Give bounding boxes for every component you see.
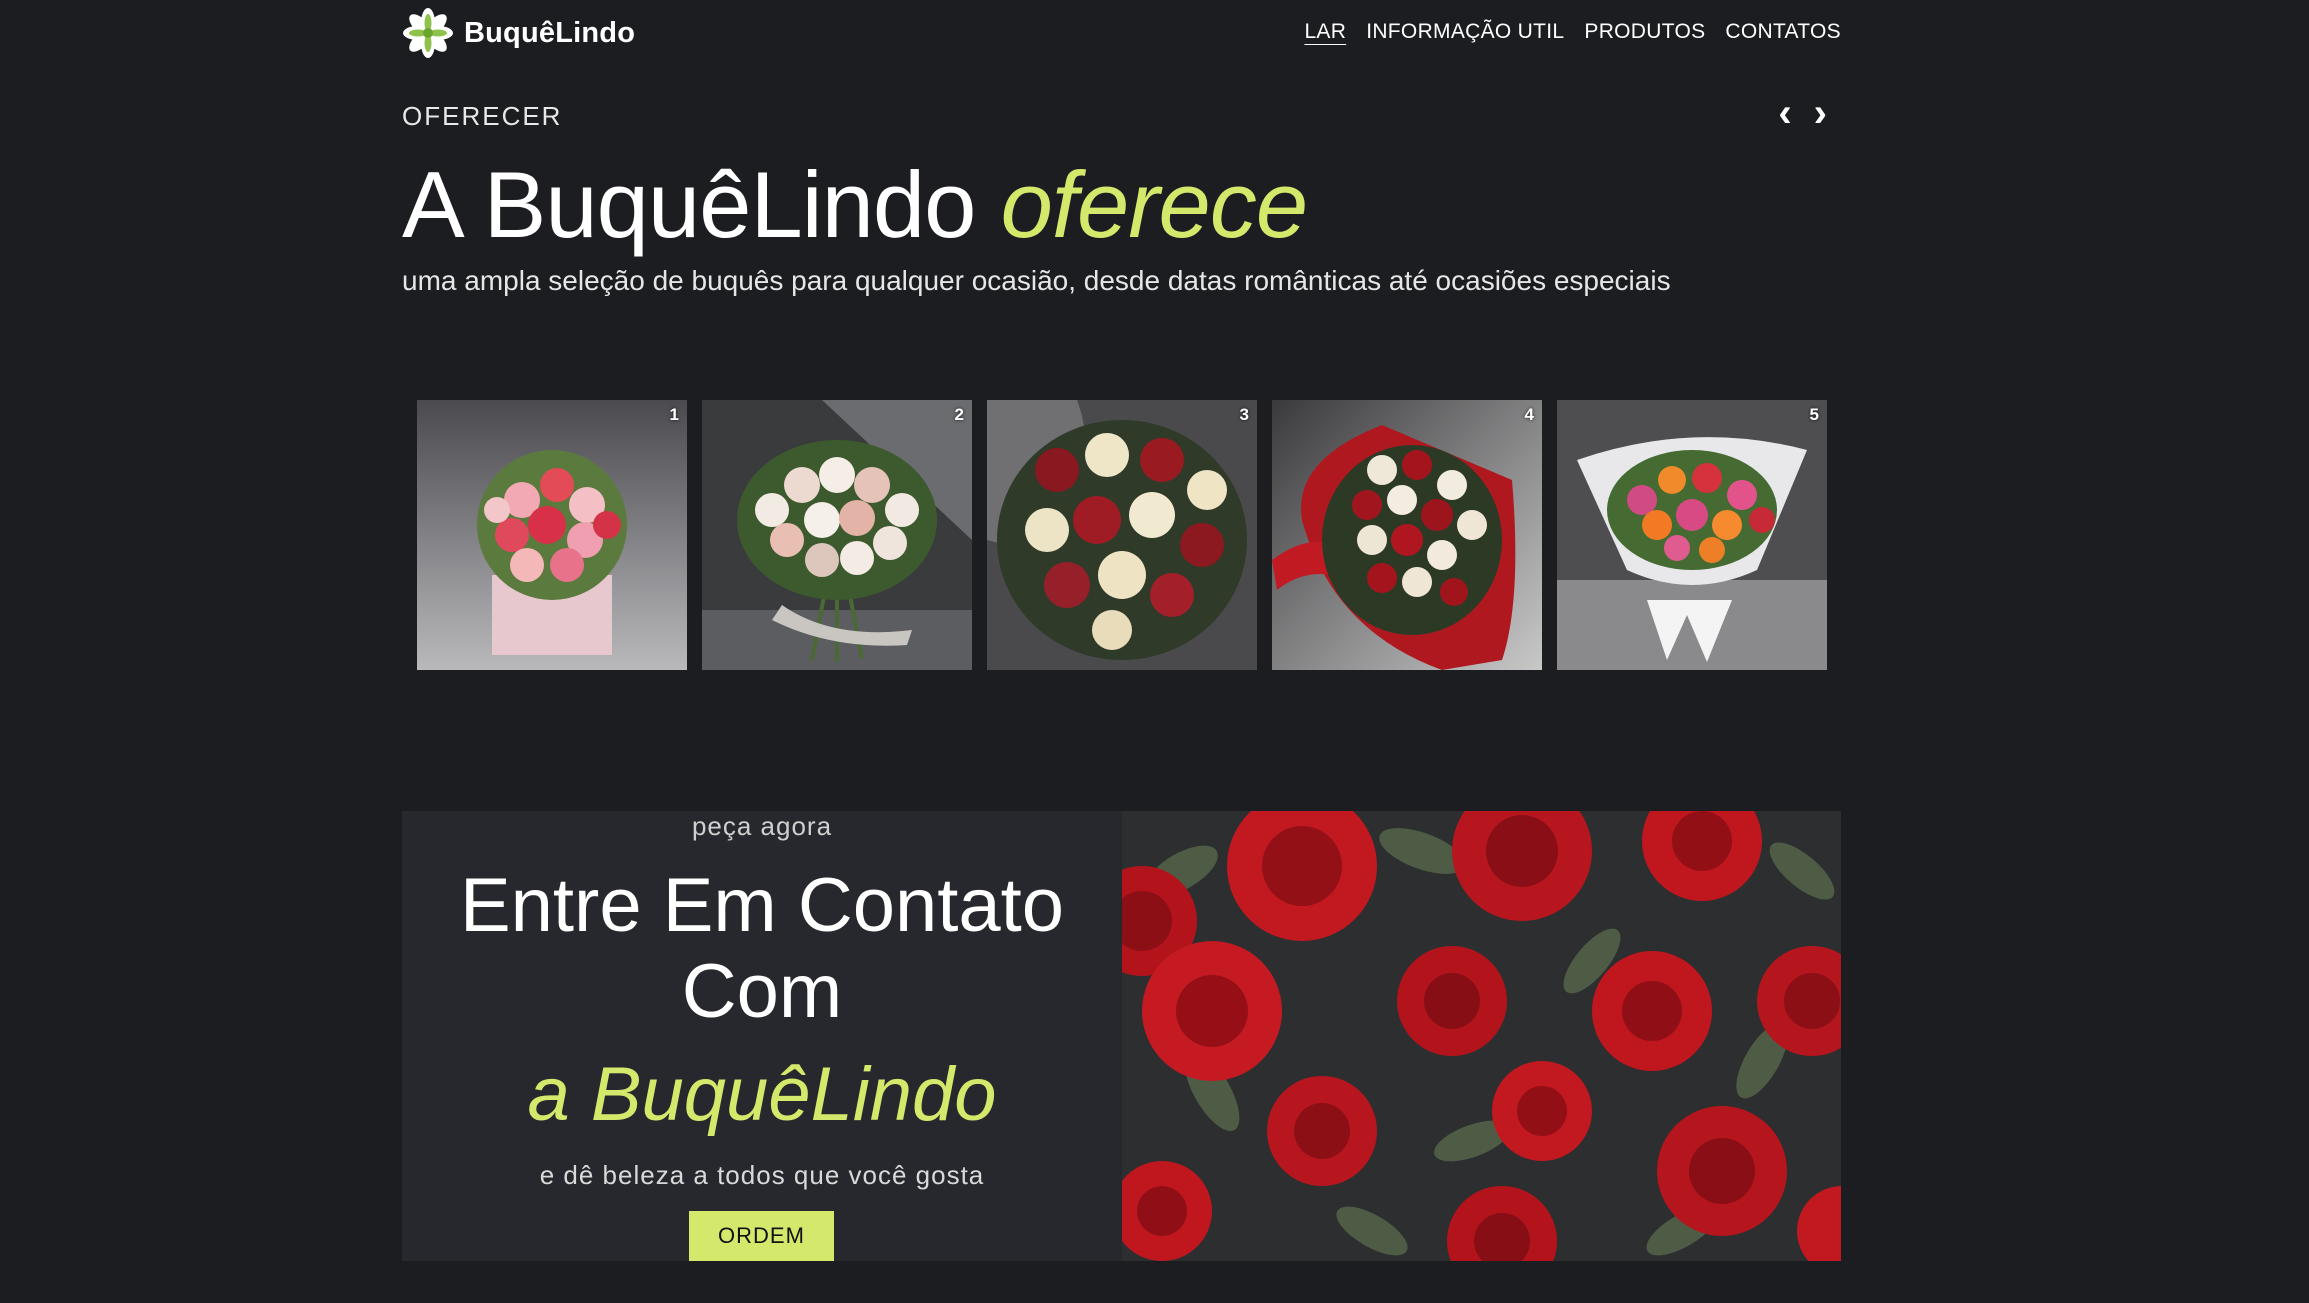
- order-button[interactable]: ORDEM: [689, 1211, 834, 1261]
- bouquet-card[interactable]: 2: [702, 400, 972, 670]
- brand-name: BuquêLindo: [464, 16, 636, 49]
- contact-kicker: peça agora: [691, 811, 833, 841]
- contact-brand: a BuquêLindo: [527, 1052, 997, 1137]
- bouquet-image: [417, 400, 687, 670]
- contact-title-line2: Com: [681, 949, 843, 1034]
- flower-logo-icon: [403, 8, 453, 58]
- chevron-right-icon[interactable]: ›: [1814, 92, 1827, 134]
- card-number: 1: [669, 405, 679, 424]
- chevron-left-icon[interactable]: ‹: [1778, 92, 1791, 134]
- contact-title-line1: Entre Em Contato: [459, 863, 1065, 948]
- nav-item-produtos[interactable]: PRODUTOS: [1584, 20, 1705, 44]
- contact-panel: peça agora Entre Em Contato Com a BuquêL…: [402, 811, 1122, 1261]
- contact-title: Entre Em Contato Com: [402, 863, 1122, 1035]
- bouquet-image: [987, 400, 1257, 670]
- logo[interactable]: BuquêLindo: [402, 7, 635, 59]
- main-nav: LAR INFORMAÇÃO UTIL PRODUTOS CONTATOS: [1304, 20, 1841, 44]
- roses-image: [1122, 811, 1841, 1261]
- card-number: 5: [1809, 405, 1819, 424]
- bouquet-card[interactable]: 3: [987, 400, 1257, 670]
- bouquet-card[interactable]: 5: [1557, 400, 1827, 670]
- nav-item-contatos[interactable]: CONTATOS: [1725, 20, 1841, 44]
- hero-title-accent: oferece: [1000, 152, 1309, 257]
- nav-item-lar[interactable]: LAR: [1304, 20, 1346, 44]
- contact-section: peça agora Entre Em Contato Com a BuquêL…: [402, 811, 1841, 1261]
- hero-title-main: A BuquêLindo: [402, 152, 976, 257]
- site-header: BuquêLindo LAR INFORMAÇÃO UTIL PRODUTOS …: [402, 0, 1841, 70]
- card-number: 2: [954, 405, 964, 424]
- bouquet-image: [702, 400, 972, 670]
- bouquet-image: [1557, 400, 1827, 670]
- card-number: 4: [1524, 405, 1534, 424]
- bouquet-card[interactable]: 1: [417, 400, 687, 670]
- contact-subtitle: e dê beleza a todos que você gosta: [539, 1160, 985, 1190]
- card-number: 3: [1239, 405, 1249, 424]
- bouquet-gallery: 1 2 3 4 5: [417, 400, 1827, 670]
- bouquet-image: [1272, 400, 1542, 670]
- roses-illustration: [1122, 811, 1841, 1261]
- hero-title: A BuquêLindo oferece: [402, 150, 1309, 260]
- hero-subtitle: uma ampla seleção de buquês para qualque…: [402, 265, 1671, 296]
- nav-item-informacao-util[interactable]: INFORMAÇÃO UTIL: [1366, 20, 1564, 44]
- carousel-controls: ‹ ›: [1778, 92, 1827, 134]
- bouquet-card[interactable]: 4: [1272, 400, 1542, 670]
- hero-kicker: OFERECER: [402, 101, 563, 131]
